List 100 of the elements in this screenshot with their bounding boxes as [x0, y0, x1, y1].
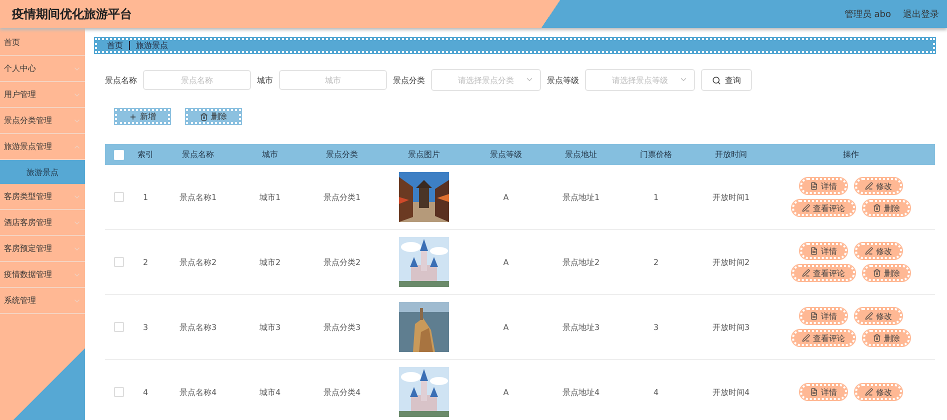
- column-header: 门票价格: [639, 149, 673, 160]
- sidebar-item[interactable]: 用户管理: [0, 82, 85, 108]
- table-cell-text: 景点分类2: [322, 256, 362, 268]
- row-action-button[interactable]: 删除: [863, 265, 910, 281]
- table-cell-text: A: [502, 388, 510, 396]
- search-button[interactable]: 查询: [701, 69, 752, 91]
- app-title: 疫情期间优化旅游平台: [12, 6, 132, 22]
- table-cell-text: 景点地址2: [561, 256, 601, 268]
- document-icon: [810, 247, 818, 255]
- row-action-button[interactable]: 删除: [863, 330, 910, 346]
- table-cell-text: 4: [652, 388, 660, 396]
- checkbox[interactable]: [114, 387, 124, 397]
- filter-label: 景点分类: [393, 74, 425, 86]
- trash-icon: [873, 334, 881, 342]
- row-action-button[interactable]: 修改: [855, 308, 902, 324]
- row-action-button[interactable]: 详情: [800, 243, 847, 259]
- pen-icon: [802, 269, 810, 277]
- table-cell-text: 景点名称2: [178, 256, 218, 268]
- trash-icon: [200, 112, 208, 120]
- table-cell-text: 开放时间3: [711, 322, 751, 332]
- column-header: 开放时间: [714, 149, 748, 160]
- column-header: 景点分类: [325, 149, 359, 160]
- sidebar-item[interactable]: 客房类型管理: [0, 184, 85, 210]
- table-cell-text: 开放时间1: [711, 192, 751, 202]
- document-icon: [810, 388, 818, 396]
- table-cell-text: 景点地址4: [561, 386, 601, 398]
- user-label: 管理员 abo: [844, 8, 891, 20]
- sidebar-item[interactable]: 酒店客房管理: [0, 210, 85, 236]
- checkbox[interactable]: [114, 192, 124, 202]
- table-cell-text: A: [502, 192, 510, 202]
- column-header: 索引: [136, 149, 154, 160]
- breadcrumb-link[interactable]: 首页: [107, 40, 123, 51]
- sidebar-item[interactable]: 景点分类管理: [0, 108, 85, 134]
- table-cell-text: A: [502, 258, 510, 266]
- table-cell-text: 景点名称1: [178, 192, 218, 202]
- checkbox[interactable]: [114, 322, 124, 332]
- sidebar-item[interactable]: 个人中心: [0, 56, 85, 82]
- table-cell-text: 1: [652, 192, 660, 202]
- input-field[interactable]: 城市: [279, 70, 387, 90]
- table-cell-text: 城市2: [258, 256, 282, 268]
- table-cell-text: 景点分类4: [322, 386, 362, 398]
- row-action-button[interactable]: 修改: [855, 384, 902, 400]
- sidebar-subitem[interactable]: 旅游景点: [0, 160, 85, 184]
- pen-icon: [865, 312, 873, 320]
- table-cell-text: 景点分类3: [322, 322, 362, 332]
- row-action-button[interactable]: 详情: [800, 384, 847, 400]
- plus-icon: [129, 112, 137, 120]
- table-cell-text: 景点地址1: [561, 192, 601, 202]
- table-cell-text: 4: [142, 388, 150, 396]
- table-cell-text: 1: [142, 192, 150, 202]
- document-icon: [810, 312, 818, 320]
- row-action-button[interactable]: 删除: [863, 200, 910, 216]
- trash-icon: [873, 204, 881, 212]
- table-cell-text: 2: [652, 258, 660, 266]
- document-icon: [810, 182, 818, 190]
- table-cell-text: 城市4: [258, 386, 282, 398]
- checkbox[interactable]: [114, 257, 124, 267]
- trash-icon: [873, 269, 881, 277]
- filter-label: 城市: [257, 74, 273, 86]
- row-action-button[interactable]: 查看评论: [792, 200, 855, 216]
- row-action-button[interactable]: 修改: [855, 178, 902, 194]
- table-cell-text: 城市1: [258, 192, 282, 202]
- row-action-button[interactable]: 查看评论: [792, 330, 855, 346]
- pen-icon: [865, 182, 873, 190]
- table-cell-text: 2: [142, 258, 150, 266]
- sidebar-item[interactable]: 客房预定管理: [0, 236, 85, 262]
- pen-icon: [802, 334, 810, 342]
- table-cell-text: 景点名称4: [178, 386, 218, 398]
- column-header: 景点名称: [181, 149, 215, 160]
- row-action-button[interactable]: 修改: [855, 243, 902, 259]
- table-cell-text: 3: [652, 322, 660, 332]
- breadcrumb-link[interactable]: 旅游景点: [136, 40, 168, 51]
- table-cell-text: 城市3: [258, 322, 282, 332]
- sidebar-item[interactable]: 疫情数据管理: [0, 262, 85, 288]
- filter-label: 景点等级: [547, 74, 579, 86]
- search-icon: [712, 76, 721, 84]
- table-cell-text: 开放时间2: [711, 256, 751, 268]
- chevron-icon: [679, 75, 688, 84]
- row-action-button[interactable]: 详情: [800, 308, 847, 324]
- table-cell-text: 开放时间4: [711, 386, 751, 398]
- pen-icon: [802, 204, 810, 212]
- sidebar-item[interactable]: 系统管理: [0, 288, 85, 314]
- filter-label: 景点名称: [105, 74, 137, 86]
- row-action-button[interactable]: 查看评论: [792, 265, 855, 281]
- table-cell-text: 景点名称3: [178, 322, 218, 332]
- row-action-button[interactable]: 详情: [800, 178, 847, 194]
- delete-button[interactable]: 删除: [186, 109, 241, 124]
- table-cell-text: A: [502, 322, 510, 332]
- column-header: 城市: [261, 149, 279, 160]
- pen-icon: [865, 247, 873, 255]
- column-header: 景点图片: [407, 149, 441, 160]
- table-cell-text: 3: [142, 322, 150, 332]
- table-cell-text: 景点分类1: [322, 192, 362, 202]
- add-button[interactable]: 新增: [115, 109, 170, 124]
- input-field[interactable]: 景点名称: [143, 70, 251, 90]
- sidebar-item[interactable]: 首页: [0, 30, 85, 56]
- logout-link[interactable]: 退出登录: [903, 8, 939, 20]
- pen-icon: [865, 388, 873, 396]
- column-header: 景点等级: [489, 149, 523, 160]
- column-header: 操作: [842, 149, 860, 160]
